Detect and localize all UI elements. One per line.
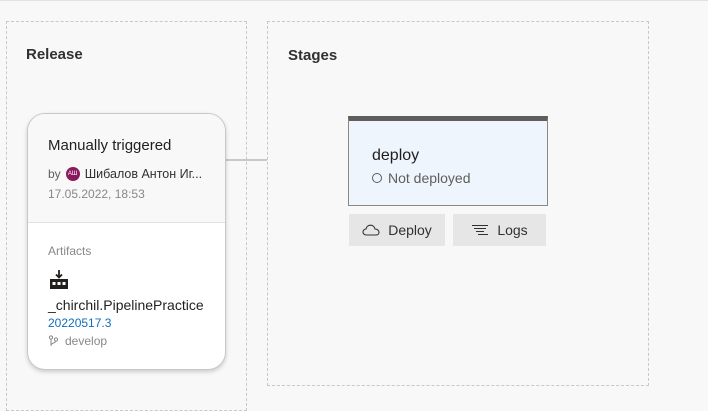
stage-status: Not deployed [372,170,471,186]
release-date: 17.05.2022, 18:53 [48,187,145,201]
release-trigger: Manually triggered [48,137,172,154]
release-card[interactable]: Manually triggered by АШ Шибалов Антон И… [27,113,226,370]
logs-icon [472,224,489,236]
release-author[interactable]: Шибалов Антон Иг... [85,167,202,181]
artifact-version-link[interactable]: 20220517.3 [48,316,111,330]
release-section-title: Release [26,46,83,63]
logs-button-label: Logs [497,222,528,238]
artifact-name[interactable]: _chirchil.PipelinePractice [48,297,204,313]
top-divider [0,0,708,1]
release-stage-connector [226,159,267,161]
release-author-row: by АШ Шибалов Антон Иг... [48,167,202,181]
deploy-button-label: Deploy [388,222,432,238]
artifact-branch-row: develop [48,334,107,348]
stages-section-title: Stages [288,47,338,64]
branch-name: develop [65,334,108,348]
stage-name: deploy [372,147,420,164]
stage-status-text: Not deployed [388,170,471,186]
build-artifact-icon [50,270,68,289]
logs-button[interactable]: Logs [453,214,546,246]
avatar: АШ [65,167,80,181]
branch-icon [48,335,59,346]
by-label: by [48,167,61,181]
not-deployed-circle-icon [372,173,382,183]
artifacts-label: Artifacts [48,244,92,258]
stage-deploy[interactable]: deploy Not deployed [348,116,548,206]
cloud-icon [362,224,380,236]
deploy-button[interactable]: Deploy [349,214,445,246]
